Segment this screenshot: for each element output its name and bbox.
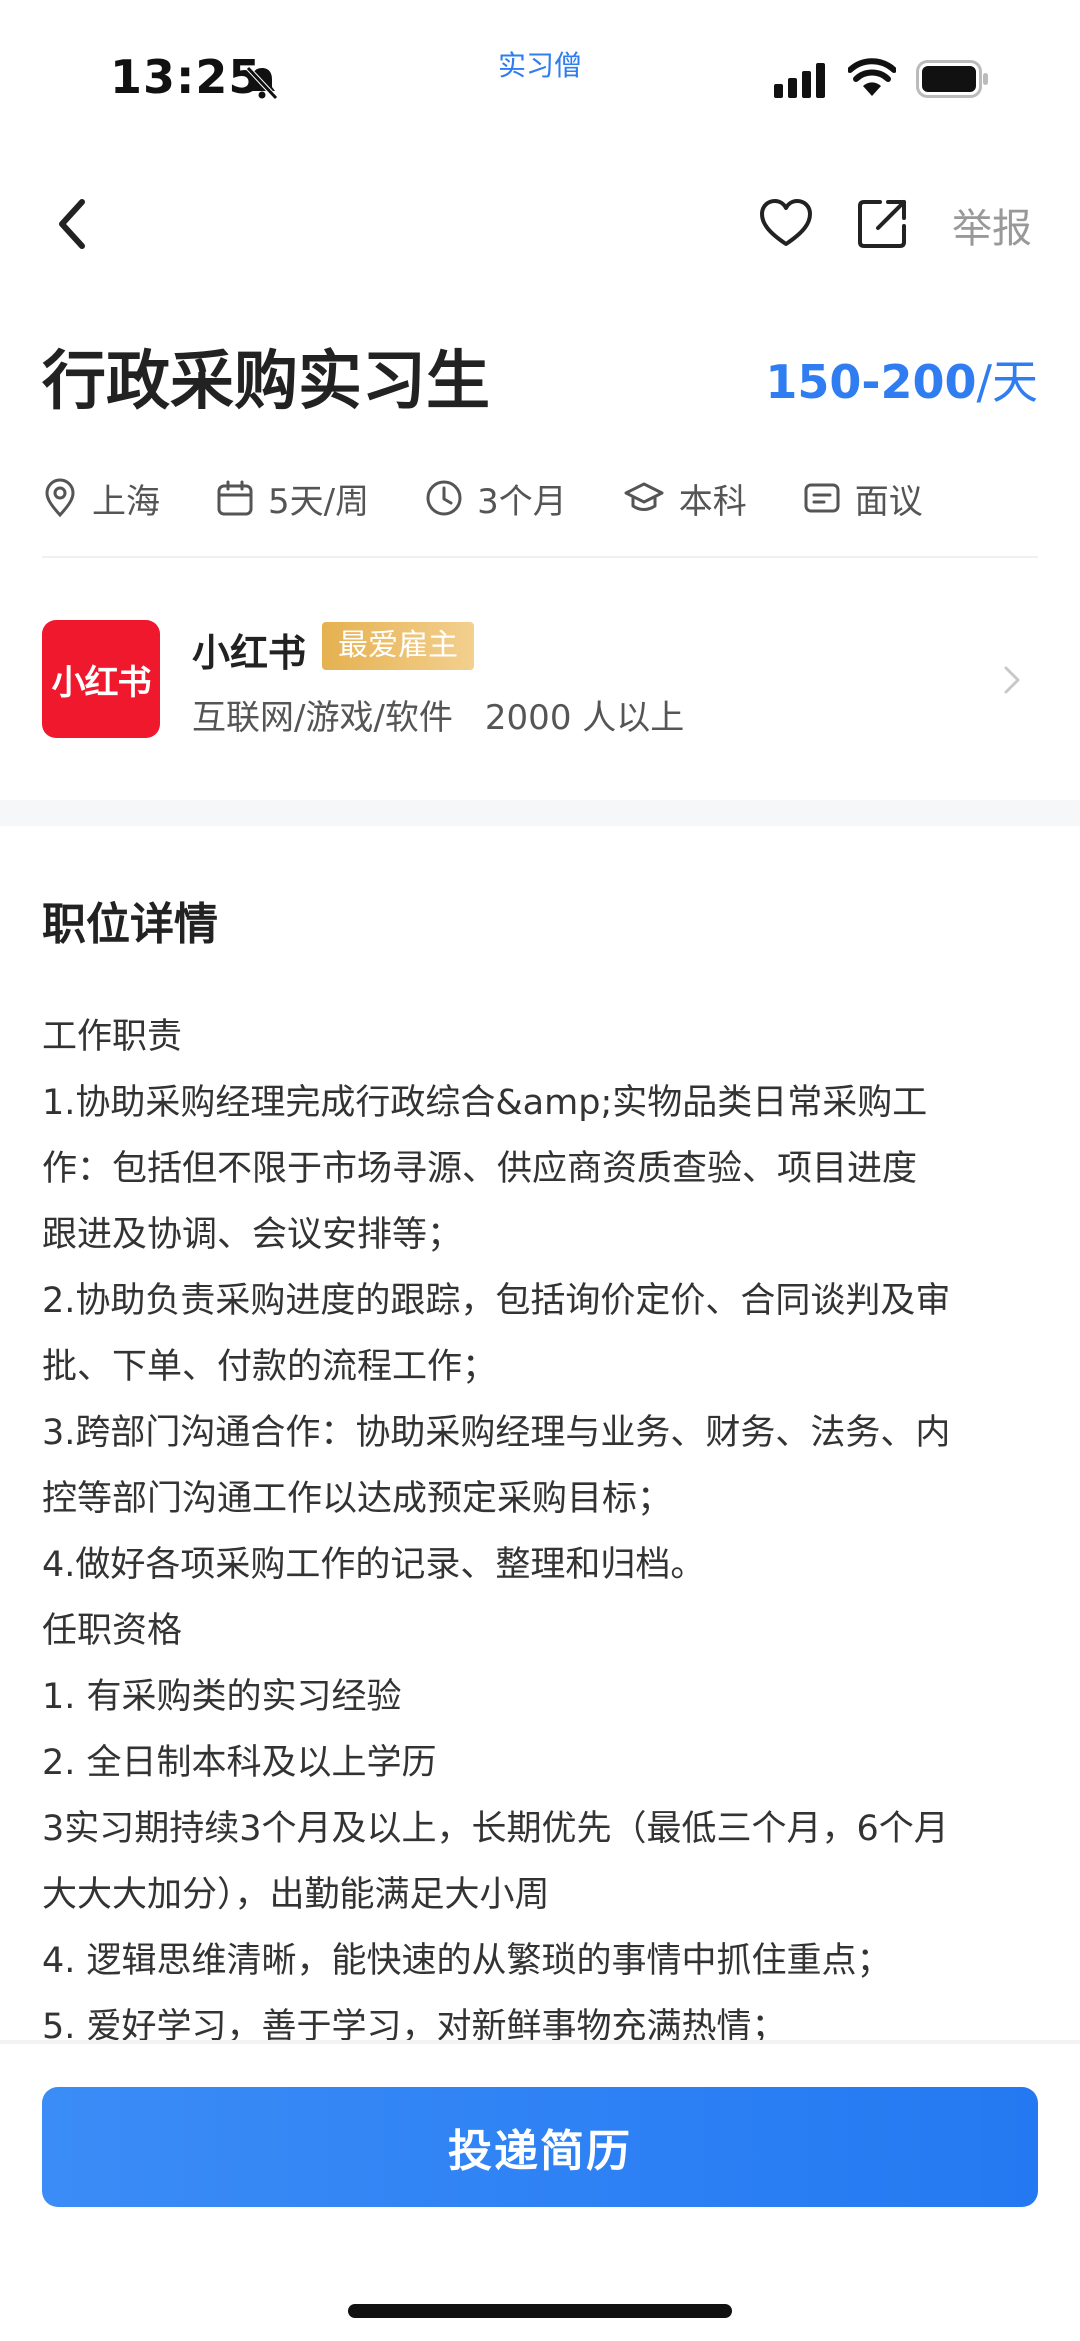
description-line: 3实习期持续3个月及以上，长期优先（最低三个月，6个月 (42, 1809, 949, 1849)
divider (42, 556, 1038, 558)
attr-location-label: 上海 (92, 481, 160, 522)
bottom-bar-divider (0, 2040, 1080, 2044)
section-title-job-details: 职位详情 (42, 899, 218, 950)
attr-education-label: 本科 (678, 481, 747, 522)
attr-salary-negotiable: 面议 (803, 474, 923, 523)
description-line: 1.协助采购经理完成行政综合&amp;实物品类日常采购工 (42, 1083, 928, 1123)
attr-education: 本科 (623, 474, 747, 523)
description-line: 3.跨部门沟通合作：协助采购经理与业务、财务、法务、内 (42, 1413, 951, 1453)
home-indicator[interactable] (348, 2304, 732, 2318)
salary-range: 150-200 (765, 355, 977, 409)
attr-salary-negotiable-label: 面议 (854, 481, 923, 522)
attr-days-label: 5天/周 (268, 481, 370, 522)
clock-icon (426, 480, 462, 516)
back-arrow-icon[interactable] (52, 196, 92, 252)
description-line: 4.做好各项采购工作的记录、整理和归档。 (42, 1545, 706, 1585)
salary-unit: /天 (976, 355, 1039, 409)
favorite-heart-icon[interactable] (758, 196, 814, 250)
wifi-icon (848, 58, 896, 96)
job-description: 工作职责 1.协助采购经理完成行政综合&amp;实物品类日常采购工 作：包括但不… (42, 1004, 1042, 2060)
employer-badge: 最爱雇主 (322, 622, 474, 670)
company-name[interactable]: 小红书 (192, 622, 306, 677)
apply-resume-button[interactable]: 投递简历 (42, 2087, 1038, 2207)
attr-duration: 3个月 (425, 474, 567, 523)
cellular-signal-icon (774, 63, 825, 98)
attr-duration-label: 3个月 (477, 481, 567, 522)
description-line: 控等部门沟通工作以达成预定采购目标； (42, 1479, 673, 1519)
attr-location: 上海 (42, 474, 160, 523)
description-line: 2. 全日制本科及以上学历 (42, 1743, 437, 1783)
description-line: 工作职责 (42, 1017, 183, 1057)
message-icon (804, 483, 840, 513)
description-line: 5. 爱好学习，善于学习，对新鲜事物充满热情； (42, 2007, 787, 2047)
location-icon (45, 478, 75, 518)
section-divider (0, 800, 1080, 826)
company-industry: 互联网/游戏/软件 (192, 698, 453, 738)
company-logo[interactable]: 小红书 (42, 620, 160, 738)
description-line: 批、下单、付款的流程工作； (42, 1347, 498, 1387)
company-meta: 互联网/游戏/软件 2000 人以上 (192, 690, 684, 739)
company-size: 2000 人以上 (484, 698, 685, 738)
chevron-right-icon[interactable] (1000, 662, 1024, 698)
attr-days: 5天/周 (216, 474, 369, 523)
battery-icon (916, 60, 988, 98)
job-title: 行政采购实习生 (42, 345, 490, 419)
graduation-cap-icon (624, 482, 664, 511)
description-line: 大大大加分），出勤能满足大小周 (42, 1875, 550, 1915)
share-icon[interactable] (856, 196, 910, 250)
description-line: 任职资格 (42, 1611, 183, 1651)
description-line: 跟进及协调、会议安排等； (42, 1215, 463, 1255)
description-line: 2.协助负责采购进度的跟踪，包括询价定价、合同谈判及审 (42, 1281, 951, 1321)
report-button[interactable]: 举报 (952, 196, 1032, 254)
description-line: 4. 逻辑思维清晰，能快速的从繁琐的事情中抓住重点； (42, 1941, 892, 1981)
calendar-icon (217, 480, 253, 516)
job-attributes: 上海 5天/周 3个月 本科 面议 (42, 468, 1038, 528)
description-line: 作：包括但不限于市场寻源、供应商资质查验、项目进度 (42, 1149, 918, 1189)
salary: 150-200/天 (765, 346, 1038, 412)
description-line: 1. 有采购类的实习经验 (42, 1677, 402, 1717)
